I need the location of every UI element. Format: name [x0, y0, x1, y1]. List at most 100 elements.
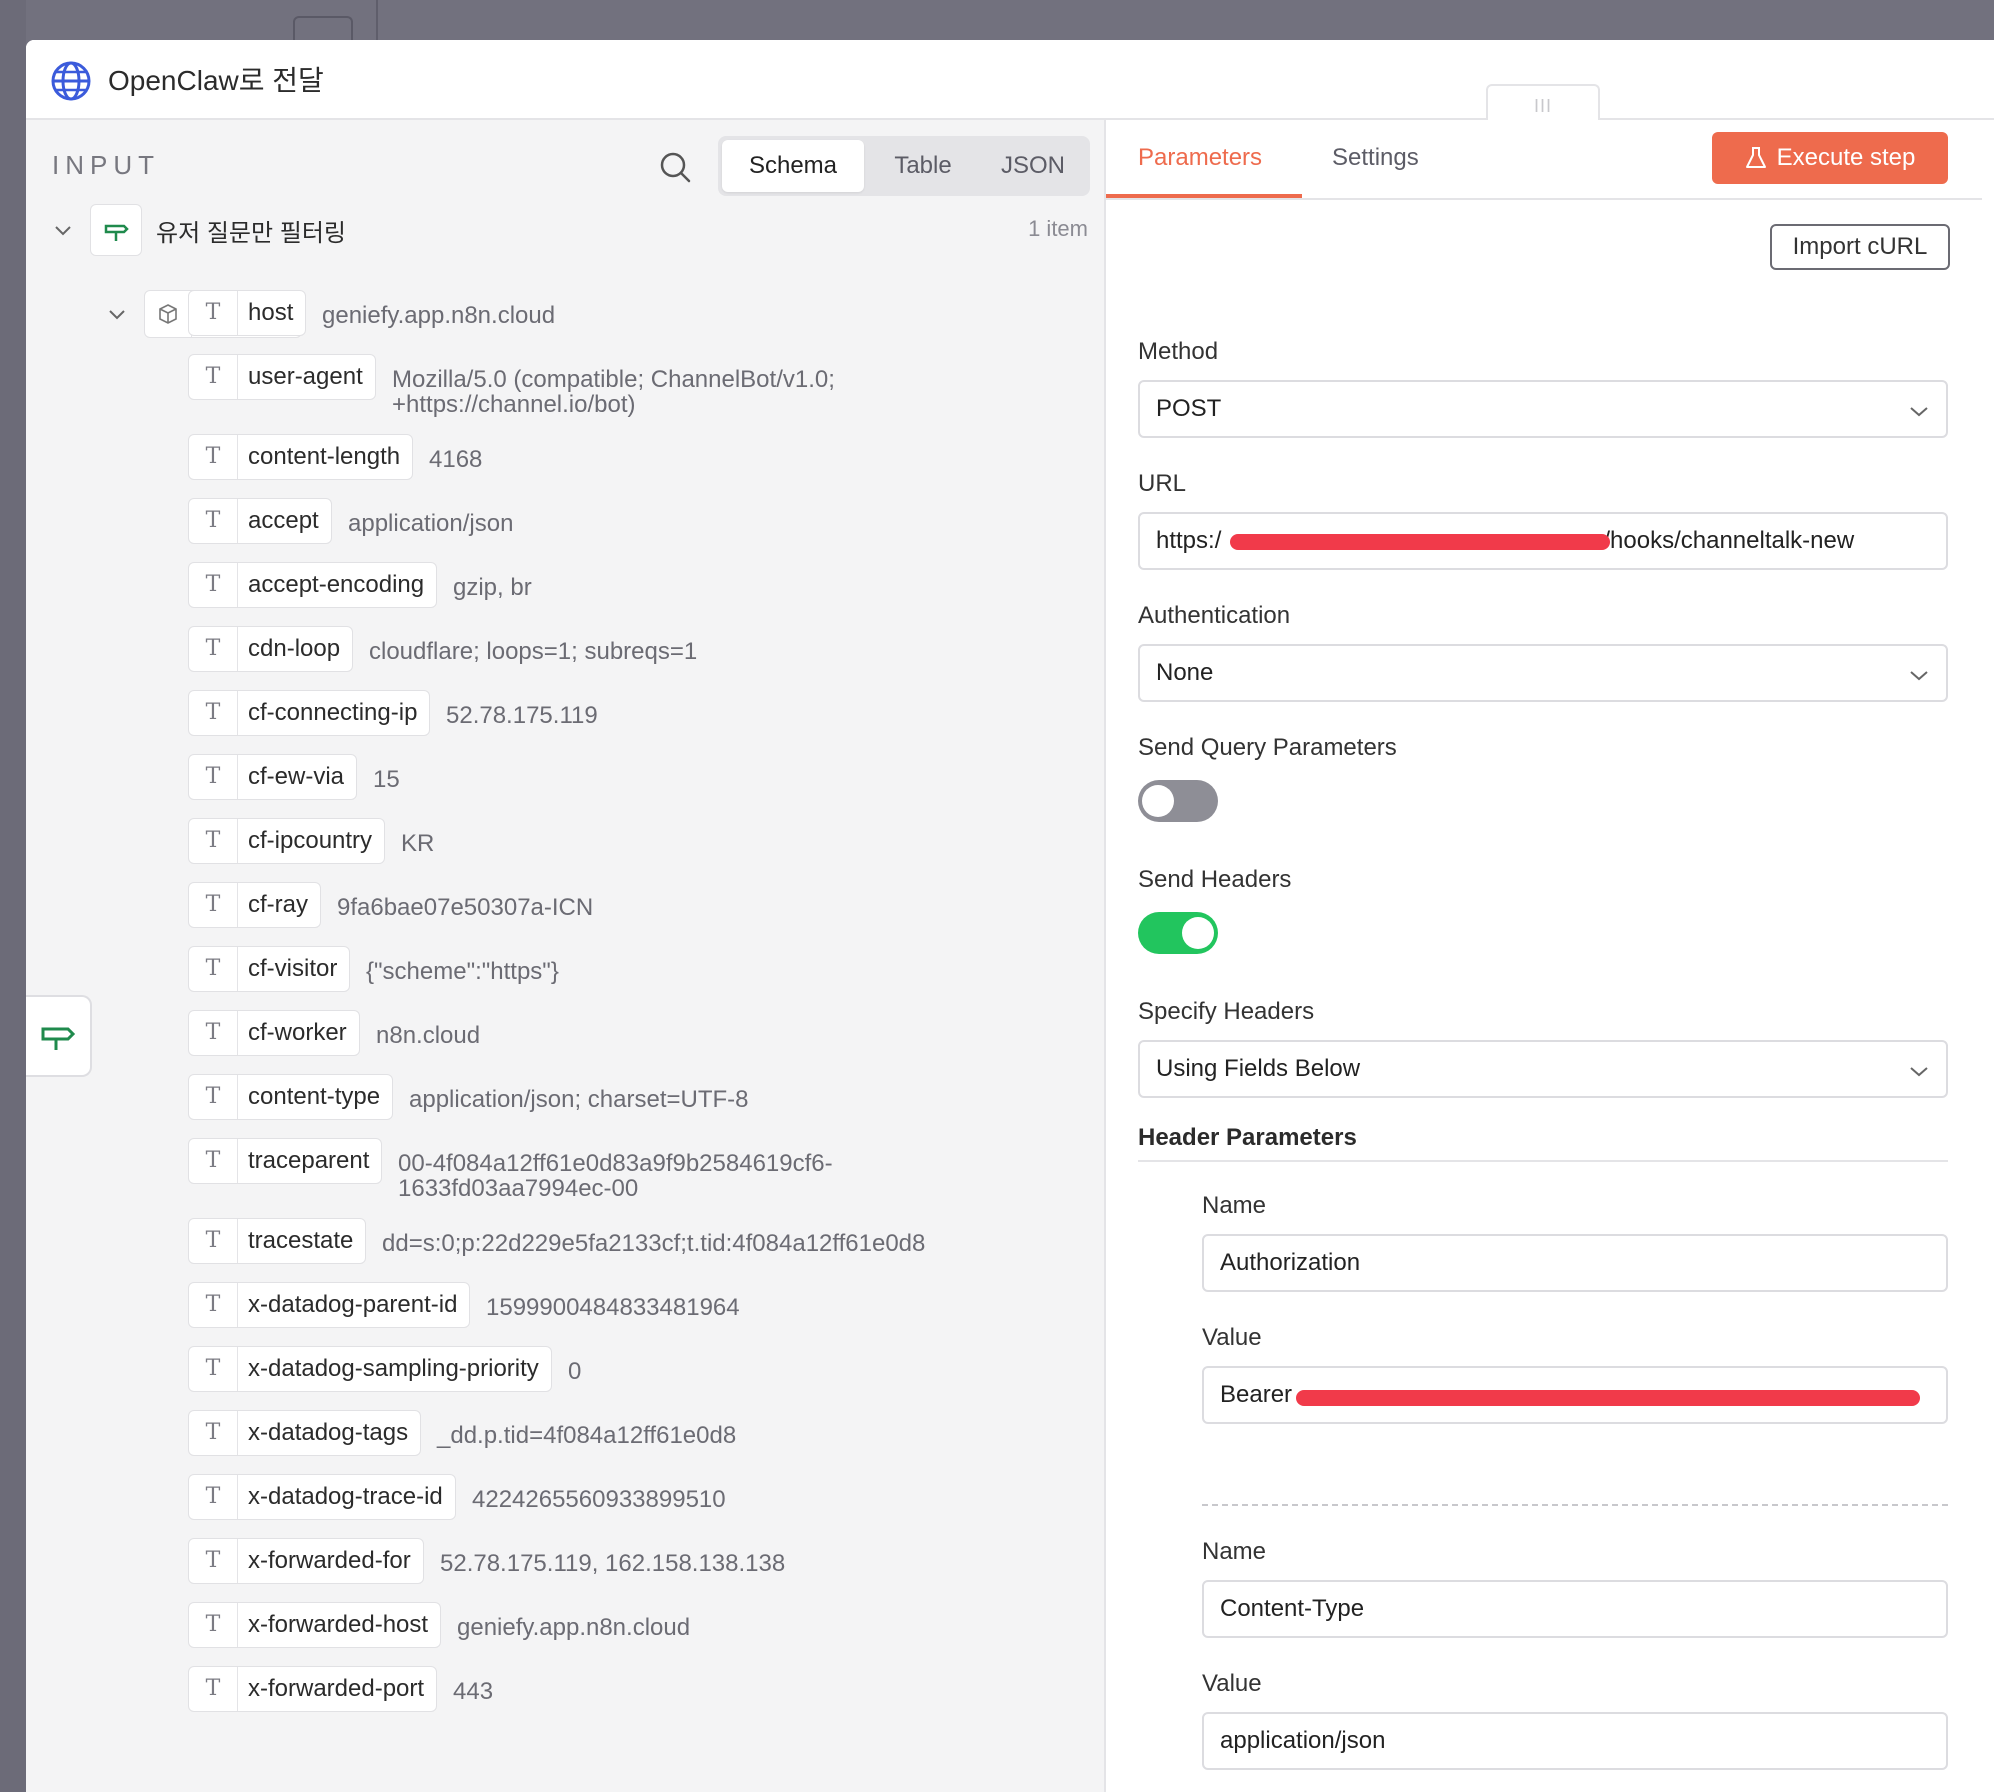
field-key: tracestate	[248, 1227, 354, 1254]
text-type-icon: T	[189, 1219, 238, 1263]
import-curl-button[interactable]: Import cURL	[1770, 224, 1950, 270]
redaction-mark	[1230, 534, 1610, 550]
field-value: 15	[373, 766, 400, 793]
source-node-label: 유저 질문만 필터링	[156, 219, 346, 247]
text-type-icon: T	[189, 1075, 238, 1119]
field-value: geniefy.app.n8n.cloud	[322, 302, 556, 329]
field-value: geniefy.app.n8n.cloud	[457, 1614, 691, 1641]
field-key-pill[interactable]: Tcf-ew-via	[188, 754, 358, 800]
method-label: Method	[1138, 338, 1219, 365]
field-key-pill[interactable]: Tx-datadog-parent-id	[188, 1282, 471, 1328]
text-type-icon: T	[189, 355, 238, 399]
flask-icon	[1745, 147, 1766, 168]
text-type-icon: T	[189, 627, 238, 671]
header-value-label: Value	[1202, 1670, 1262, 1697]
field-key-pill[interactable]: Taccept-encoding	[188, 562, 438, 608]
text-type-icon: T	[189, 291, 238, 335]
field-value: 4224265560933899510	[472, 1486, 726, 1513]
field-key-pill[interactable]: Tx-datadog-sampling-priority	[188, 1346, 552, 1392]
view-tab-schema[interactable]: Schema	[722, 140, 864, 192]
header-name-input[interactable]: Authorization	[1202, 1234, 1948, 1292]
field-key-pill[interactable]: Taccept	[188, 498, 332, 544]
send-headers-toggle[interactable]	[1138, 912, 1218, 954]
method-select[interactable]: POST	[1138, 380, 1948, 438]
chevron-down-icon	[1910, 1067, 1928, 1077]
url-label: URL	[1138, 470, 1187, 497]
header-name-input[interactable]: Content-Type	[1202, 1580, 1948, 1638]
field-value: 00-4f084a12ff61e0d83a9f9b2584619cf6- 163…	[398, 1150, 833, 1202]
text-type-icon: T	[189, 1347, 238, 1391]
params-tabs: Parameters Settings Execute step	[1106, 120, 1982, 200]
parameters-panel: Parameters Settings Execute step Import …	[1106, 120, 1994, 1792]
header-value-text: Bearer	[1220, 1381, 1293, 1408]
field-key-pill[interactable]: Tx-datadog-tags	[188, 1410, 422, 1456]
text-type-icon: T	[189, 883, 238, 927]
chevron-down-icon[interactable]	[104, 301, 130, 327]
field-key: x-datadog-sampling-priority	[248, 1355, 539, 1382]
field-key-pill[interactable]: Tcontent-length	[188, 434, 414, 480]
field-value: gzip, br	[453, 574, 532, 601]
search-icon[interactable]	[658, 150, 692, 184]
field-key: content-type	[248, 1083, 381, 1110]
field-key-pill[interactable]: Tx-forwarded-for	[188, 1538, 424, 1584]
header-value-input[interactable]: Bearer	[1202, 1366, 1948, 1424]
field-key: accept-encoding	[248, 571, 425, 598]
field-key-pill[interactable]: Tcf-visitor	[188, 946, 351, 992]
text-type-icon: T	[189, 435, 238, 479]
header-name-label: Name	[1202, 1538, 1267, 1565]
text-type-icon: T	[189, 1603, 238, 1647]
field-key-pill[interactable]: Tcf-ipcountry	[188, 818, 386, 864]
execute-step-button[interactable]: Execute step	[1712, 132, 1948, 184]
field-value: KR	[401, 830, 435, 857]
tab-settings[interactable]: Settings	[1332, 144, 1419, 172]
field-key: cdn-loop	[248, 635, 341, 662]
field-key-pill[interactable]: Tx-forwarded-host	[188, 1602, 442, 1648]
field-key-pill[interactable]: Tx-datadog-trace-id	[188, 1474, 456, 1520]
field-key-pill[interactable]: Tcdn-loop	[188, 626, 354, 672]
chevron-down-icon[interactable]	[50, 217, 76, 243]
source-node-row[interactable]: 유저 질문만 필터링	[50, 204, 346, 256]
field-key: cf-ray	[248, 891, 308, 918]
cube-icon	[145, 291, 192, 337]
text-type-icon: T	[189, 499, 238, 543]
url-input[interactable]: https:/ /hooks/channeltalk-new	[1138, 512, 1948, 570]
header-name-label: Name	[1202, 1192, 1267, 1219]
header-value-input[interactable]: application/json	[1202, 1712, 1948, 1770]
field-key: content-length	[248, 443, 401, 470]
send-headers-label: Send Headers	[1138, 866, 1292, 893]
text-type-icon: T	[189, 1667, 238, 1711]
field-value: cloudflare; loops=1; subreqs=1	[369, 638, 698, 665]
field-key-pill[interactable]: Ttracestate	[188, 1218, 367, 1264]
field-value: 443	[453, 1678, 494, 1705]
authentication-select[interactable]: None	[1138, 644, 1948, 702]
execute-step-label: Execute step	[1776, 144, 1916, 171]
field-value: n8n.cloud	[376, 1022, 481, 1049]
field-value: 1599900484833481964	[486, 1294, 740, 1321]
text-type-icon: T	[189, 1011, 238, 1055]
field-key-pill[interactable]: Tuser-agent	[188, 354, 376, 400]
authentication-value: None	[1156, 659, 1214, 686]
specify-headers-select[interactable]: Using Fields Below	[1138, 1040, 1948, 1098]
panel-resize-handle[interactable]: III	[1486, 84, 1600, 122]
field-key-pill[interactable]: Tcf-connecting-ip	[188, 690, 431, 736]
field-key: x-forwarded-host	[248, 1611, 429, 1638]
field-key-pill[interactable]: Thost	[188, 290, 307, 336]
specify-headers-label: Specify Headers	[1138, 998, 1315, 1025]
send-query-toggle[interactable]	[1138, 780, 1218, 822]
field-key-pill[interactable]: Tcf-worker	[188, 1010, 360, 1056]
modal-header: OpenClaw로 전달 III	[26, 40, 1994, 122]
section-divider	[1138, 1160, 1948, 1162]
tab-parameters[interactable]: Parameters	[1138, 144, 1262, 172]
field-key-pill[interactable]: Tx-forwarded-port	[188, 1666, 438, 1712]
field-key: cf-visitor	[248, 955, 338, 982]
field-key-pill[interactable]: Tcontent-type	[188, 1074, 394, 1120]
view-tab-json[interactable]: JSON	[980, 140, 1086, 192]
field-key: cf-worker	[248, 1019, 347, 1046]
url-prefix: https:/	[1156, 527, 1222, 554]
authentication-label: Authentication	[1138, 602, 1291, 629]
field-key-pill[interactable]: Ttraceparent	[188, 1138, 383, 1184]
view-tab-table[interactable]: Table	[868, 140, 978, 192]
input-node-tab[interactable]	[26, 995, 92, 1077]
method-value: POST	[1156, 395, 1222, 422]
field-key-pill[interactable]: Tcf-ray	[188, 882, 321, 928]
